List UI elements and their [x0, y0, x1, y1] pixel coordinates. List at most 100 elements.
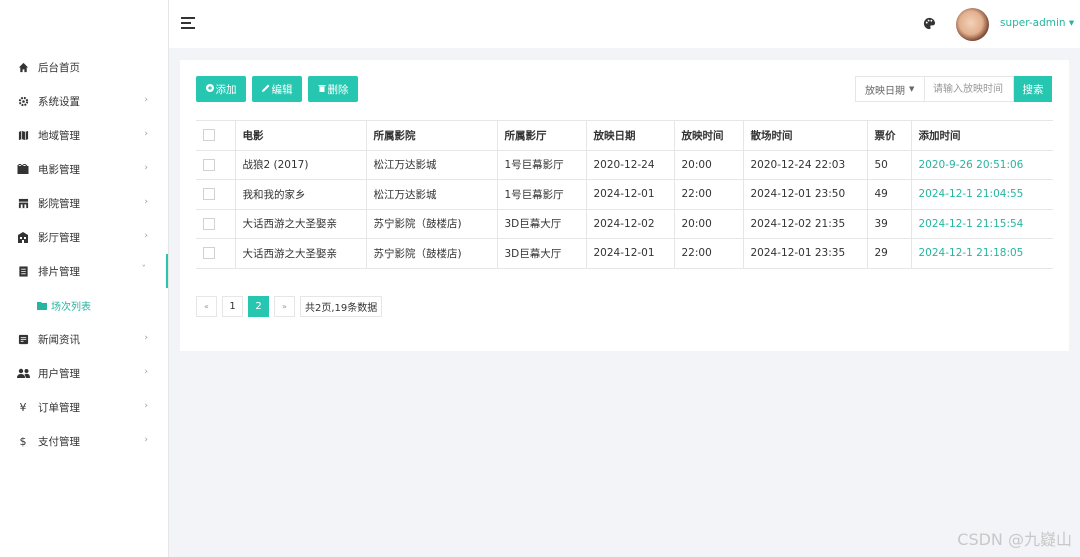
prev-page-button[interactable]: «: [196, 296, 217, 317]
edit-button[interactable]: 编辑: [252, 76, 302, 102]
date-filter-label: 放映日期: [865, 85, 905, 97]
row-select-cell: [196, 179, 236, 210]
column-header[interactable]: 票价: [867, 120, 912, 151]
column-header[interactable]: 添加时间: [911, 120, 1053, 151]
table-row[interactable]: 大话西游之大圣娶亲 苏宁影院（鼓楼店) 3D巨幕大厅 2024-12-02 20…: [196, 209, 1053, 239]
sidebar-item-region[interactable]: 地域管理 ›: [0, 118, 168, 152]
sidebar-item-label: 地域管理: [38, 129, 80, 142]
avatar[interactable]: [956, 8, 989, 41]
table-cell: 2020-9-26 20:51:06: [911, 150, 1053, 180]
table-cell: 2024-12-01 23:35: [743, 238, 868, 269]
sidebar: 后台首页 系统设置 › 地域管理 › 电影管理 › 影院管理 › 影厅管理 › …: [0, 0, 169, 557]
users-icon: [16, 366, 30, 380]
schedule-list-card: 添加 编辑 删除 放映日期 ▼ 搜索 电影 所属影院 所属影厅 放映日期 放映时: [180, 60, 1069, 351]
edit-button-label: 编辑: [271, 83, 293, 96]
row-select-cell: [196, 150, 236, 180]
table-cell: 22:00: [674, 179, 744, 210]
chevron-down-icon: ˇ: [141, 265, 147, 275]
table-cell: 2024-12-02 21:35: [743, 209, 868, 239]
home-icon: [16, 60, 30, 74]
menu-toggle-icon[interactable]: [181, 17, 195, 29]
table-cell: 29: [867, 238, 912, 269]
sidebar-item-label: 用户管理: [38, 367, 80, 380]
column-header[interactable]: 电影: [235, 120, 367, 151]
chevron-right-icon: ›: [144, 435, 148, 445]
table-cell: 50: [867, 150, 912, 180]
table-cell: 大话西游之大圣娶亲: [235, 238, 367, 269]
top-header: super-admin ▾: [169, 0, 1080, 48]
cinema-icon: [16, 196, 30, 210]
search-input[interactable]: [925, 76, 1014, 102]
sidebar-item-users[interactable]: 用户管理 ›: [0, 356, 168, 390]
chevron-right-icon: ›: [144, 197, 148, 207]
column-header[interactable]: 放映日期: [586, 120, 675, 151]
row-checkbox[interactable]: [203, 217, 215, 230]
table-header-row: 电影 所属影院 所属影厅 放映日期 放映时间 散场时间 票价 添加时间: [196, 120, 1053, 151]
table-cell: 松江万达影城: [366, 179, 498, 210]
schedule-table: 电影 所属影院 所属影厅 放映日期 放映时间 散场时间 票价 添加时间 战狼2 …: [196, 120, 1053, 269]
table-row[interactable]: 我和我的家乡 松江万达影城 1号巨幕影厅 2024-12-01 22:00 20…: [196, 179, 1053, 210]
sidebar-item-settings[interactable]: 系统设置 ›: [0, 84, 168, 118]
column-header[interactable]: 所属影院: [366, 120, 498, 151]
sidebar-item-movie[interactable]: 电影管理 ›: [0, 152, 168, 186]
row-checkbox[interactable]: [203, 188, 215, 201]
select-all-cell: [196, 120, 236, 151]
table-cell: 22:00: [674, 238, 744, 269]
sidebar-item-label: 订单管理: [38, 401, 80, 414]
schedule-icon: [16, 264, 30, 278]
table-cell: 2024-12-01: [586, 179, 675, 210]
column-header[interactable]: 散场时间: [743, 120, 868, 151]
search-group: 放映日期 ▼ 搜索: [855, 76, 1052, 102]
sidebar-item-home[interactable]: 后台首页: [0, 50, 168, 84]
column-header[interactable]: 所属影厅: [497, 120, 587, 151]
sidebar-item-label: 后台首页: [38, 61, 80, 74]
add-button[interactable]: 添加: [196, 76, 246, 102]
chevron-right-icon: ›: [144, 231, 148, 241]
table-cell: 苏宁影院（鼓楼店): [366, 238, 498, 269]
sidebar-item-schedule[interactable]: 排片管理 ˇ: [0, 254, 168, 288]
map-icon: [16, 128, 30, 142]
table-row[interactable]: 大话西游之大圣娶亲 苏宁影院（鼓楼店) 3D巨幕大厅 2024-12-01 22…: [196, 238, 1053, 269]
table-cell: 松江万达影城: [366, 150, 498, 180]
sidebar-item-label: 新闻资讯: [38, 333, 80, 346]
palette-icon[interactable]: [923, 17, 937, 31]
chevron-right-icon: ›: [144, 129, 148, 139]
table-cell: 3D巨幕大厅: [497, 238, 587, 269]
page-button-2[interactable]: 2: [248, 296, 269, 317]
pagination-info: 共2页,19条数据: [300, 296, 383, 317]
row-checkbox[interactable]: [203, 158, 215, 171]
user-menu[interactable]: super-admin ▾: [1000, 17, 1074, 29]
column-header[interactable]: 放映时间: [674, 120, 744, 151]
table-cell: 2024-12-1 21:04:55: [911, 179, 1053, 210]
sidebar-item-label: 影厅管理: [38, 231, 80, 244]
sidebar-item-news[interactable]: 新闻资讯 ›: [0, 322, 168, 356]
date-filter-select[interactable]: 放映日期 ▼: [855, 76, 925, 102]
table-row[interactable]: 战狼2 (2017) 松江万达影城 1号巨幕影厅 2020-12-24 20:0…: [196, 150, 1053, 180]
page-button-1[interactable]: 1: [222, 296, 243, 317]
row-checkbox[interactable]: [203, 247, 215, 260]
sidebar-item-cinema[interactable]: 影院管理 ›: [0, 186, 168, 220]
caret-down-icon: ▼: [909, 85, 915, 93]
sidebar-menu: 后台首页 系统设置 › 地域管理 › 电影管理 › 影院管理 › 影厅管理 › …: [0, 50, 168, 458]
next-page-button[interactable]: »: [274, 296, 295, 317]
chevron-right-icon: ›: [144, 367, 148, 377]
chevron-right-icon: ›: [144, 401, 148, 411]
table-cell: 我和我的家乡: [235, 179, 367, 210]
table-cell: 苏宁影院（鼓楼店): [366, 209, 498, 239]
delete-button-label: 删除: [327, 83, 349, 96]
submenu-item-schedule-list[interactable]: 场次列表: [0, 288, 168, 322]
select-all-checkbox[interactable]: [203, 129, 215, 142]
submenu-item-label: 场次列表: [51, 301, 91, 313]
gear-icon: [16, 94, 30, 108]
search-button[interactable]: 搜索: [1014, 76, 1052, 102]
delete-button[interactable]: 删除: [308, 76, 358, 102]
sidebar-item-label: 电影管理: [38, 163, 80, 176]
row-select-cell: [196, 238, 236, 269]
table-cell: 39: [867, 209, 912, 239]
sidebar-item-payment[interactable]: $ 支付管理 ›: [0, 424, 168, 458]
table-cell: 2024-12-1 21:15:54: [911, 209, 1053, 239]
sidebar-item-hall[interactable]: 影厅管理 ›: [0, 220, 168, 254]
chevron-right-icon: ›: [144, 163, 148, 173]
sidebar-item-orders[interactable]: ¥ 订单管理 ›: [0, 390, 168, 424]
table-cell: 2024-12-02: [586, 209, 675, 239]
